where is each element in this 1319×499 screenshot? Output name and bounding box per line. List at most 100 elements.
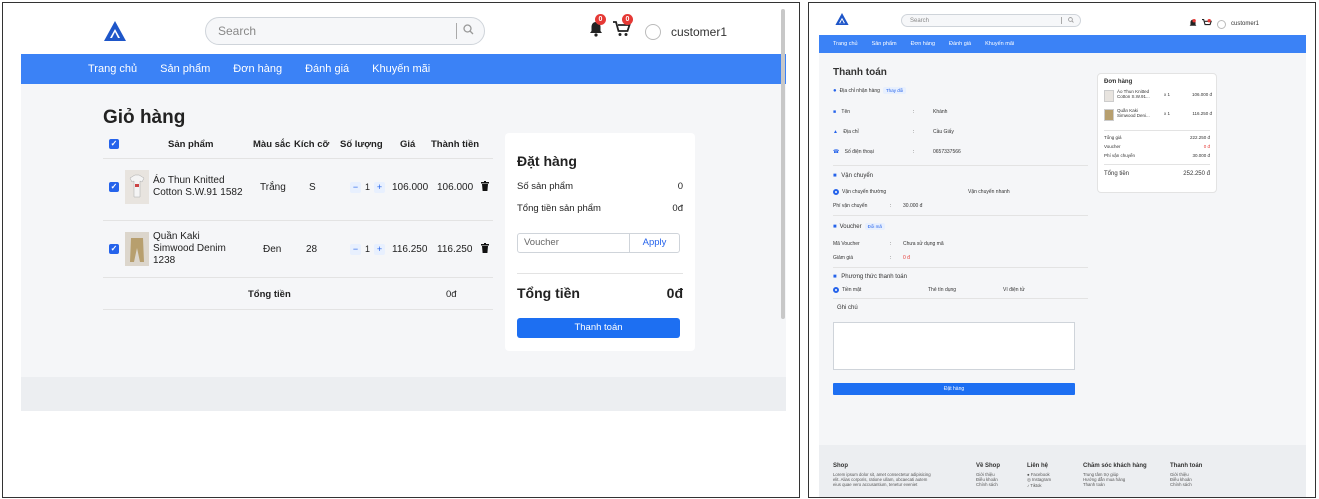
- logo-icon[interactable]: [835, 13, 849, 25]
- col-product: Sản phẩm: [168, 138, 214, 150]
- item-checkbox[interactable]: ✓: [109, 244, 119, 254]
- payment-title: Phương thức thanh toán: [841, 274, 907, 280]
- cart-icon[interactable]: [1202, 15, 1212, 33]
- avatar[interactable]: [645, 23, 661, 40]
- instagram-icon: ◎: [1027, 477, 1031, 482]
- voucher-input[interactable]: Voucher: [518, 234, 629, 252]
- nav-home[interactable]: Trang chủ: [88, 63, 137, 75]
- payment-option-wallet[interactable]: Ví điện tử: [1003, 287, 1025, 293]
- product-name[interactable]: Quần Kaki Simwood Denim 1238: [153, 231, 243, 267]
- option-label: Vận chuyển nhanh: [968, 189, 1010, 195]
- footer-link[interactable]: Chính sách: [1170, 482, 1202, 487]
- change-address-button[interactable]: Thay đổi: [882, 87, 907, 94]
- product-image[interactable]: [125, 232, 149, 266]
- table-row: ✓ Áo Thun Knitted Cotton S.W.91 1582 Trắ…: [103, 165, 493, 209]
- nav-reviews[interactable]: Đánh giá: [949, 41, 971, 47]
- voucher-group: Voucher Apply: [517, 233, 680, 253]
- top-bar: Search 0 0 customer1: [21, 9, 786, 54]
- total-label: Tổng tiền: [1104, 171, 1130, 177]
- item-name: Cotton S.W.91...: [1117, 94, 1150, 99]
- place-order-button[interactable]: Đặt hàng: [833, 383, 1075, 395]
- voucher-header: ■ Voucher Đổi mã: [833, 223, 885, 230]
- colon: :: [890, 241, 892, 247]
- search-bar[interactable]: Search: [901, 14, 1081, 27]
- search-input[interactable]: Search: [902, 18, 1061, 24]
- trash-icon[interactable]: [481, 242, 489, 256]
- item-price: 106.000 đ: [1191, 92, 1212, 97]
- decrease-button[interactable]: −: [350, 243, 361, 255]
- order-title: Đặt hàng: [517, 153, 577, 169]
- nav-reviews[interactable]: Đánh giá: [305, 63, 349, 75]
- trash-icon[interactable]: [481, 180, 489, 194]
- avatar[interactable]: [1217, 19, 1226, 29]
- col-color: Màu sắc: [253, 138, 291, 150]
- nav-promotions[interactable]: Khuyến mãi: [985, 41, 1014, 47]
- nav-home[interactable]: Trang chủ: [833, 41, 858, 47]
- footer-col-shop: Shop Lorem ipsum dolor sit, amet consect…: [833, 463, 953, 487]
- shipping-fee-label: Phí vận chuyển: [833, 203, 868, 209]
- notification-bell-icon[interactable]: 0: [589, 14, 606, 42]
- order-total-label: Tổng tiền: [517, 285, 580, 301]
- nav-products[interactable]: Sản phẩm: [872, 41, 897, 47]
- scrollbar[interactable]: [781, 9, 785, 319]
- quantity-stepper: − 1 +: [350, 181, 386, 193]
- product-image[interactable]: [125, 170, 149, 204]
- cart-screenshot-frame: Search 0 0 customer1 Trang chủ Sản phẩm …: [2, 2, 800, 498]
- product-name[interactable]: Áo Thun Knitted Cotton S.W.91 1582: [153, 175, 243, 199]
- radio-selected[interactable]: [833, 287, 839, 293]
- search-icon[interactable]: [1068, 16, 1074, 25]
- col-price: Giá: [400, 138, 416, 150]
- item-price: 116.250 đ: [1192, 111, 1212, 116]
- payment-option-cash[interactable]: Tiền mặt: [833, 287, 861, 293]
- footer-text: eius quae vero accusantium, tenetur even…: [833, 482, 918, 487]
- payment-option-card[interactable]: Thẻ tín dụng: [928, 287, 956, 293]
- search-bar[interactable]: Search: [205, 17, 485, 45]
- username[interactable]: customer1: [671, 25, 727, 39]
- product-size: S: [309, 181, 316, 193]
- voucher-code-label: Mã Voucher: [833, 241, 860, 247]
- note-textarea[interactable]: [833, 322, 1075, 370]
- footer-link[interactable]: Thanh toán: [1083, 482, 1147, 487]
- username[interactable]: customer1: [1231, 21, 1259, 27]
- cart-icon[interactable]: 0: [613, 14, 633, 42]
- notification-bell-icon[interactable]: [1189, 15, 1197, 33]
- checkout-button[interactable]: Thanh toán: [517, 318, 680, 338]
- item-checkbox[interactable]: ✓: [109, 182, 119, 192]
- location-pin-icon: ●: [833, 87, 837, 94]
- radio-selected[interactable]: [833, 189, 839, 195]
- quantity-value[interactable]: 1: [365, 182, 370, 192]
- footer-link[interactable]: Chính sách: [976, 482, 1000, 487]
- increase-button[interactable]: +: [374, 243, 386, 255]
- nav-orders[interactable]: Đơn hàng: [911, 41, 935, 47]
- search-icon[interactable]: [463, 24, 474, 38]
- search-input[interactable]: Search: [206, 24, 456, 38]
- nav-products[interactable]: Sản phẩm: [160, 63, 210, 75]
- increase-button[interactable]: +: [374, 181, 386, 193]
- address-label: Địa chỉ nhận hàng: [839, 87, 880, 94]
- colon: :: [913, 149, 915, 155]
- divider: [833, 165, 1088, 166]
- footer-col-about: Về Shop Giới thiệu Điều khoản Chính sách: [976, 463, 1000, 487]
- table-header: ✓ Sản phẩm Màu sắc Kích cỡ Số lượng Giá …: [103, 135, 493, 153]
- select-all-checkbox[interactable]: ✓: [109, 139, 119, 149]
- footer-link[interactable]: ♪ Tiktok: [1027, 483, 1051, 488]
- summary-row: Tổng giá 222.250 đ: [1104, 135, 1210, 140]
- field-value: 0657337566: [933, 149, 961, 155]
- shipping-option-normal[interactable]: Vận chuyển thường: [833, 189, 886, 195]
- field-row: ■ Tên : Khánh: [833, 109, 1033, 115]
- address-header: ● Địa chỉ nhận hàng Thay đổi: [833, 87, 907, 94]
- shipping-fee-value: 30.000 đ: [903, 203, 923, 209]
- change-voucher-button[interactable]: Đổi mã: [864, 223, 885, 230]
- field-label: Số điện thoại: [844, 149, 874, 155]
- shipping-option-fast[interactable]: Vận chuyển nhanh: [968, 189, 1010, 195]
- decrease-button[interactable]: −: [350, 181, 361, 193]
- apply-button[interactable]: Apply: [629, 234, 679, 252]
- nav-promotions[interactable]: Khuyến mãi: [372, 63, 430, 75]
- quantity-value[interactable]: 1: [365, 244, 370, 254]
- nav-orders[interactable]: Đơn hàng: [233, 63, 282, 75]
- link-text: Tiktok: [1030, 483, 1042, 488]
- logo-icon[interactable]: [104, 21, 126, 41]
- truck-icon: ■: [833, 173, 837, 179]
- divider: [833, 215, 1088, 216]
- divider: [103, 277, 493, 278]
